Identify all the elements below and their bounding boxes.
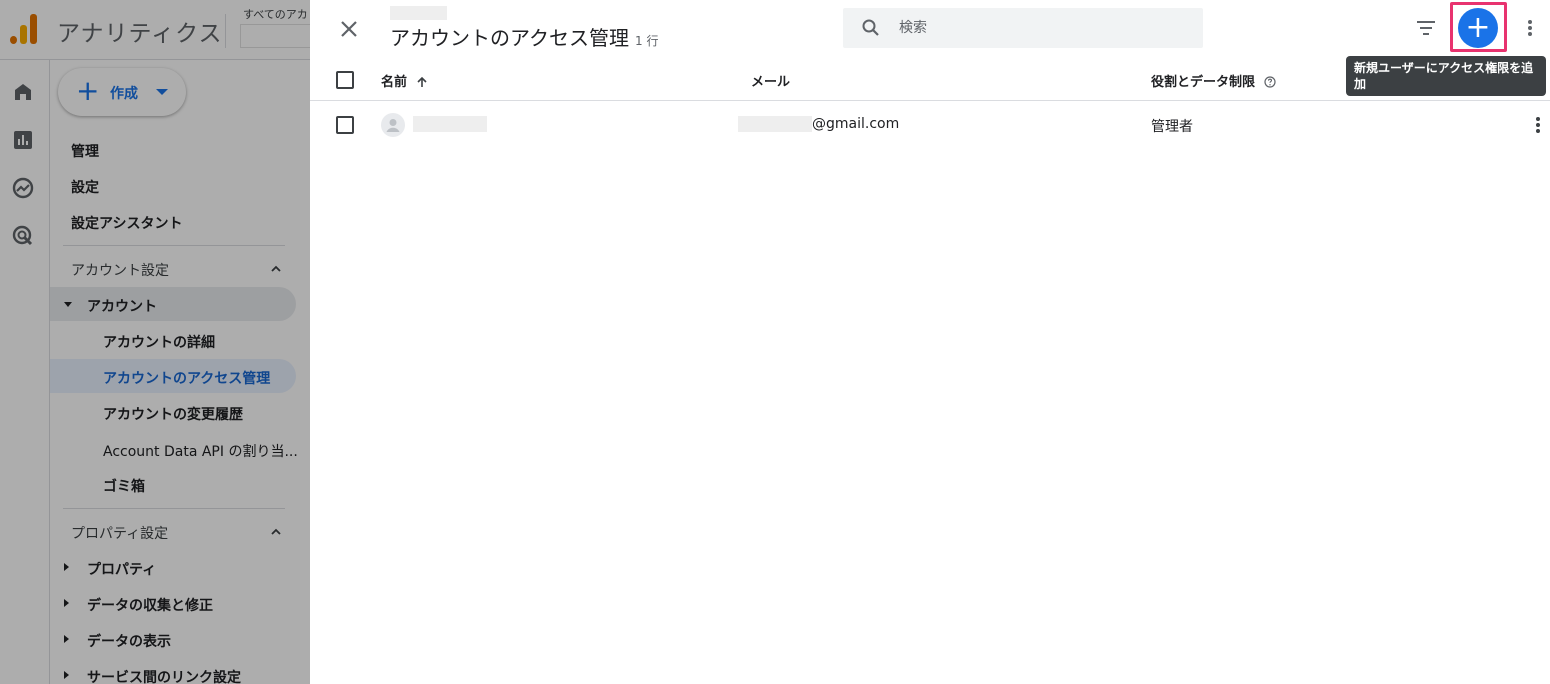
page-title-text: アカウントのアクセス管理 <box>390 26 629 50</box>
user-role: 管理者 <box>1151 119 1193 135</box>
modal-scrim[interactable] <box>0 0 310 684</box>
column-header-email[interactable]: メール <box>751 71 790 90</box>
access-management-panel: アカウントのアクセス管理 1 行 + 名前 メール 役割とデータ制限 @gmail… <box>310 0 1550 684</box>
add-user-button[interactable]: + <box>1458 8 1498 48</box>
select-all-checkbox[interactable] <box>336 71 354 89</box>
person-icon <box>386 119 400 132</box>
user-email-redacted <box>738 116 812 132</box>
user-name-redacted <box>413 116 487 132</box>
row-count: 1 行 <box>635 34 659 48</box>
row-checkbox[interactable] <box>336 116 354 134</box>
column-role-label: 役割とデータ制限 <box>1151 75 1256 90</box>
user-email: @gmail.com <box>812 116 900 132</box>
table-row[interactable]: @gmail.com 管理者 <box>310 102 1550 146</box>
plus-icon: + <box>1465 10 1491 45</box>
search-input[interactable] <box>899 16 1189 40</box>
panel-breadcrumb-redacted <box>390 6 447 20</box>
arrow-up-icon[interactable] <box>416 76 428 88</box>
filter-icon[interactable] <box>1416 18 1436 38</box>
close-icon[interactable] <box>334 14 364 44</box>
add-user-tooltip: 新規ユーザーにアクセス権限を追加 <box>1346 56 1546 96</box>
search-icon <box>862 19 879 36</box>
help-icon[interactable] <box>1263 76 1276 88</box>
page-title: アカウントのアクセス管理 1 行 <box>390 22 658 51</box>
column-header-name[interactable]: 名前 <box>381 71 428 90</box>
more-vert-icon[interactable] <box>1528 114 1548 136</box>
column-header-role[interactable]: 役割とデータ制限 <box>1151 71 1276 90</box>
search-box[interactable] <box>843 8 1203 48</box>
avatar <box>381 113 405 137</box>
column-name-label: 名前 <box>381 75 408 90</box>
more-vert-icon[interactable] <box>1520 16 1540 40</box>
